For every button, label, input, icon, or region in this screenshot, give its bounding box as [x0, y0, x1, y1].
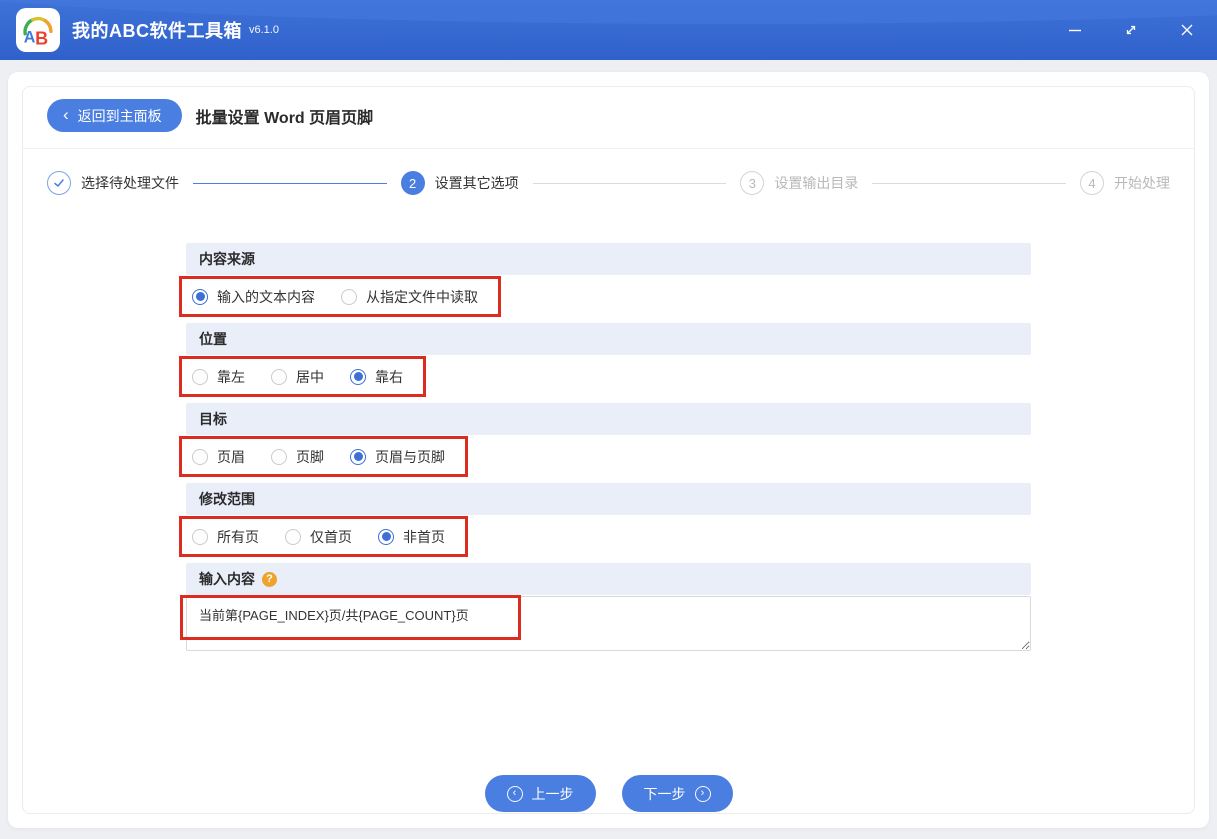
- wizard-header: ‹ 返回到主面板 批量设置 Word 页眉页脚: [23, 87, 1194, 149]
- step-label: 选择待处理文件: [81, 173, 179, 193]
- step-number: 4: [1080, 171, 1104, 195]
- chevron-left-icon: ‹: [63, 106, 69, 123]
- step-number: 3: [740, 171, 764, 195]
- titlebar: A B 我的ABC软件工具箱 v6.1.0: [0, 0, 1217, 60]
- step-connector: [872, 183, 1066, 184]
- radio-label: 页眉与页脚: [375, 447, 445, 467]
- step-indicator: 选择待处理文件 2 设置其它选项 3 设置输出目录 4 开始处理: [23, 149, 1194, 195]
- radio-label: 靠右: [375, 367, 403, 387]
- radio-label: 从指定文件中读取: [366, 287, 478, 307]
- wizard-footer: ‹ 上一步 下一步 ›: [23, 775, 1194, 813]
- radio-icon[interactable]: [350, 449, 366, 465]
- content-textarea-wrap: 当前第{PAGE_INDEX}页/共{PAGE_COUNT}页: [186, 596, 1031, 651]
- content-input-textarea[interactable]: 当前第{PAGE_INDEX}页/共{PAGE_COUNT}页: [186, 596, 1031, 651]
- section-header-content-source: 内容来源: [186, 243, 1031, 275]
- radio-icon[interactable]: [192, 289, 208, 305]
- next-step-label: 下一步: [644, 784, 686, 804]
- section-title: 目标: [199, 409, 227, 429]
- section-title: 输入内容: [199, 569, 255, 589]
- radio-icon[interactable]: [192, 529, 208, 545]
- radio-group-content-source: 输入的文本内容 从指定文件中读取: [186, 275, 1031, 323]
- radio-icon[interactable]: [271, 369, 287, 385]
- radio-label: 输入的文本内容: [217, 287, 315, 307]
- circle-chevron-right-icon: ›: [695, 786, 711, 802]
- section-header-target: 目标: [186, 403, 1031, 435]
- app-title: 我的ABC软件工具箱: [72, 17, 242, 43]
- radio-option-input-text[interactable]: 输入的文本内容: [192, 287, 315, 307]
- radio-option-footer[interactable]: 页脚: [271, 447, 324, 467]
- radio-icon[interactable]: [285, 529, 301, 545]
- step-number: 2: [401, 171, 425, 195]
- radio-icon[interactable]: [192, 369, 208, 385]
- radio-option-not-first-page[interactable]: 非首页: [378, 527, 445, 547]
- radio-label: 所有页: [217, 527, 259, 547]
- section-header-position: 位置: [186, 323, 1031, 355]
- checkmark-icon: [47, 171, 71, 195]
- radio-icon[interactable]: [192, 449, 208, 465]
- step-2-other-options: 2 设置其它选项: [401, 171, 519, 195]
- previous-step-label: 上一步: [532, 784, 574, 804]
- radio-label: 页脚: [296, 447, 324, 467]
- step-3-output-dir: 3 设置输出目录: [740, 171, 858, 195]
- annotation-box: 靠左 居中 靠右: [179, 356, 426, 397]
- radio-label: 页眉: [217, 447, 245, 467]
- radio-icon[interactable]: [271, 449, 287, 465]
- step-label: 设置输出目录: [774, 173, 858, 193]
- radio-label: 靠左: [217, 367, 245, 387]
- app-logo-icon: A B: [16, 8, 60, 52]
- options-form: 内容来源 输入的文本内容 从指定文件中读取 位置: [186, 243, 1031, 651]
- radio-option-align-right[interactable]: 靠右: [350, 367, 403, 387]
- radio-option-header[interactable]: 页眉: [192, 447, 245, 467]
- radio-option-header-and-footer[interactable]: 页眉与页脚: [350, 447, 445, 467]
- step-connector: [193, 183, 387, 184]
- step-1-select-files: 选择待处理文件: [47, 171, 179, 195]
- section-header-input-content: 输入内容 ?: [186, 563, 1031, 595]
- annotation-box: 输入的文本内容 从指定文件中读取: [179, 276, 501, 317]
- radio-icon[interactable]: [378, 529, 394, 545]
- section-title: 修改范围: [199, 489, 255, 509]
- section-header-scope: 修改范围: [186, 483, 1031, 515]
- step-connector: [533, 183, 727, 184]
- radio-group-scope: 所有页 仅首页 非首页: [186, 515, 1031, 563]
- radio-option-read-from-file[interactable]: 从指定文件中读取: [341, 287, 478, 307]
- circle-chevron-left-icon: ‹: [507, 786, 523, 802]
- main-card: ‹ 返回到主面板 批量设置 Word 页眉页脚 选择待处理文件 2 设置其它选项…: [8, 72, 1209, 828]
- maximize-icon[interactable]: [1119, 18, 1143, 42]
- radio-group-target: 页眉 页脚 页眉与页脚: [186, 435, 1031, 483]
- section-title: 内容来源: [199, 249, 255, 269]
- section-title: 位置: [199, 329, 227, 349]
- svg-text:A: A: [24, 28, 36, 46]
- annotation-box: 所有页 仅首页 非首页: [179, 516, 468, 557]
- step-label: 开始处理: [1114, 173, 1170, 193]
- step-4-start: 4 开始处理: [1080, 171, 1170, 195]
- close-icon[interactable]: [1175, 18, 1199, 42]
- help-icon[interactable]: ?: [262, 572, 277, 587]
- next-step-button[interactable]: 下一步 ›: [622, 775, 733, 812]
- minimize-icon[interactable]: [1063, 18, 1087, 42]
- radio-label: 居中: [296, 367, 324, 387]
- step-label: 设置其它选项: [435, 173, 519, 193]
- radio-option-align-left[interactable]: 靠左: [192, 367, 245, 387]
- radio-option-align-center[interactable]: 居中: [271, 367, 324, 387]
- radio-group-position: 靠左 居中 靠右: [186, 355, 1031, 403]
- radio-option-all-pages[interactable]: 所有页: [192, 527, 259, 547]
- radio-label: 非首页: [403, 527, 445, 547]
- annotation-box: 页眉 页脚 页眉与页脚: [179, 436, 468, 477]
- svg-text:B: B: [35, 28, 48, 48]
- back-button-label: 返回到主面板: [78, 106, 162, 126]
- wizard-panel: ‹ 返回到主面板 批量设置 Word 页眉页脚 选择待处理文件 2 设置其它选项…: [22, 86, 1195, 814]
- app-version: v6.1.0: [249, 24, 279, 36]
- page-title: 批量设置 Word 页眉页脚: [196, 104, 373, 128]
- radio-label: 仅首页: [310, 527, 352, 547]
- previous-step-button[interactable]: ‹ 上一步: [485, 775, 596, 812]
- radio-icon[interactable]: [350, 369, 366, 385]
- radio-option-first-page-only[interactable]: 仅首页: [285, 527, 352, 547]
- back-to-dashboard-button[interactable]: ‹ 返回到主面板: [47, 99, 182, 132]
- radio-icon[interactable]: [341, 289, 357, 305]
